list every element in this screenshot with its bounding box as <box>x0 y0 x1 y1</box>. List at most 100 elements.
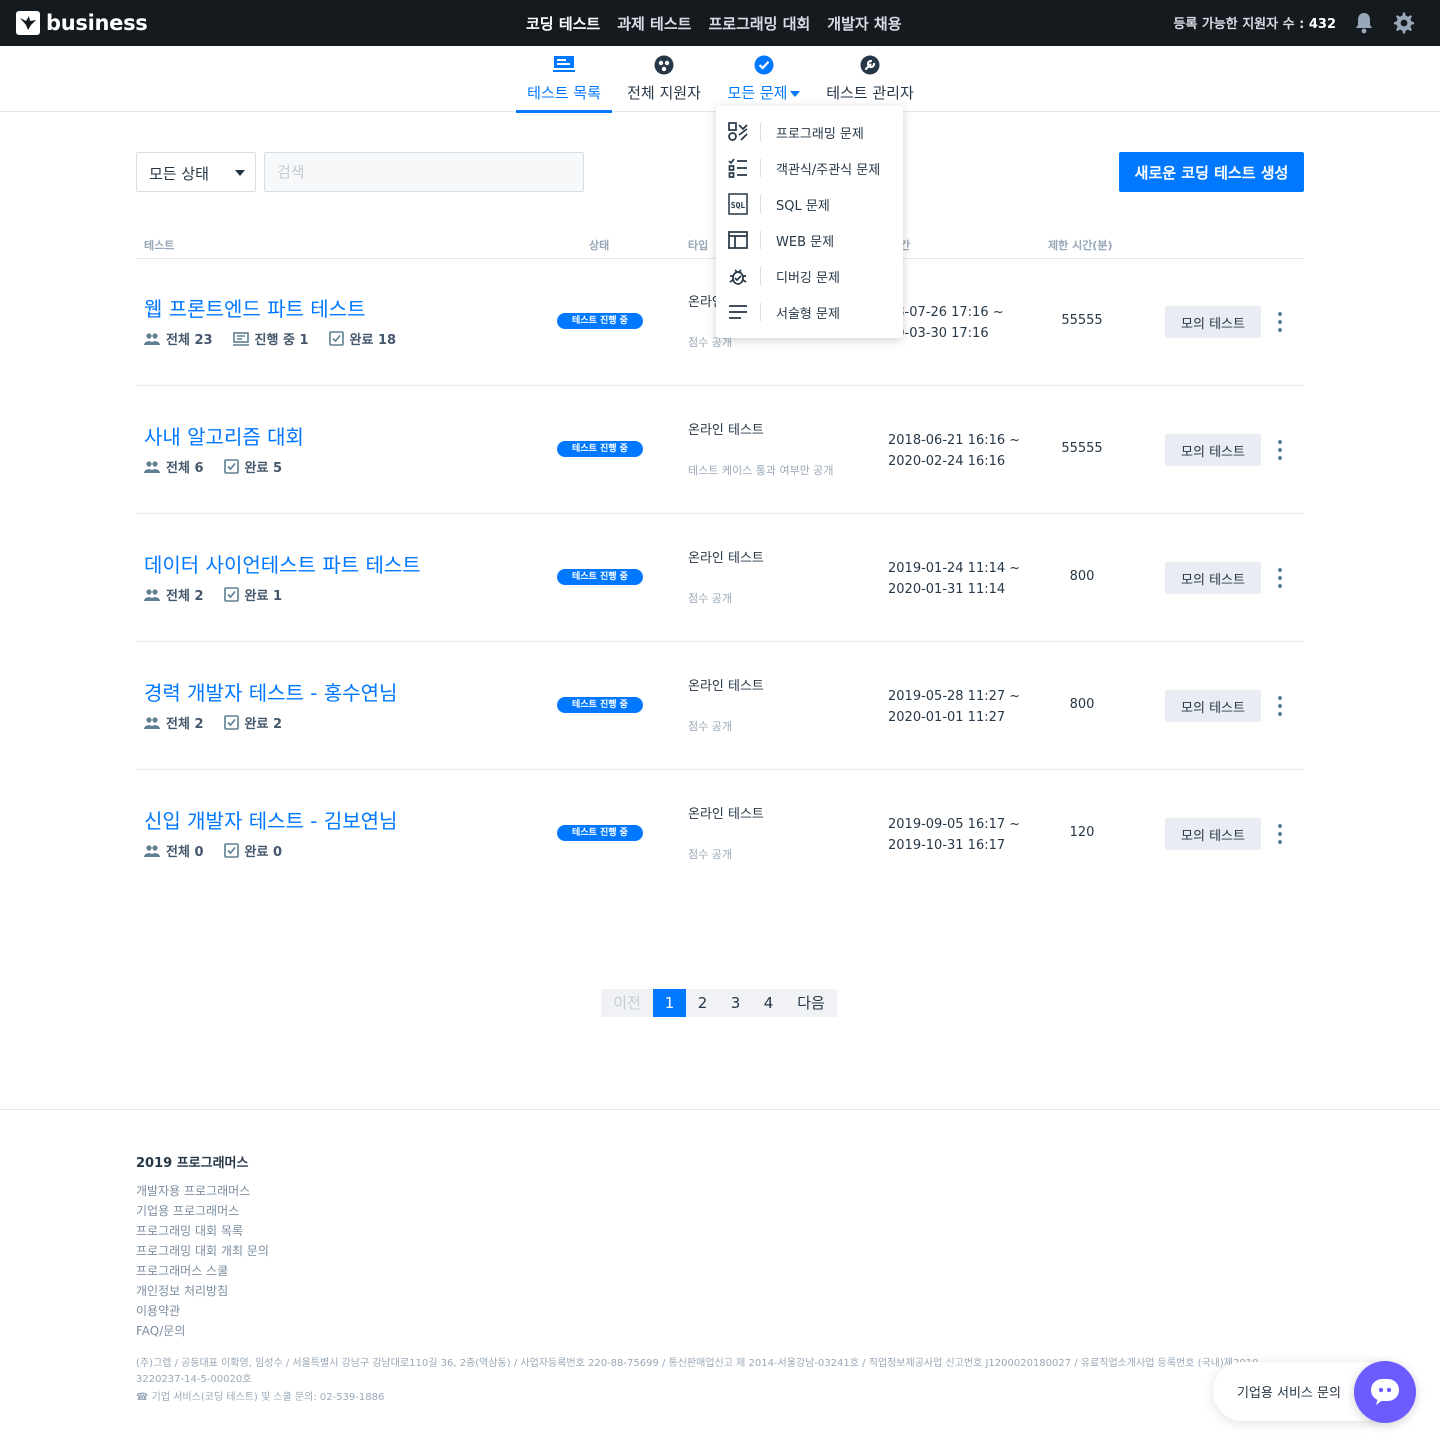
pagination-prev[interactable]: 이전 <box>601 989 653 1017</box>
more-options-icon[interactable] <box>1274 310 1286 334</box>
search-input[interactable] <box>264 152 584 192</box>
menu-item-label: 서술형 문제 <box>776 306 840 322</box>
column-header-time-limit: 제한 시간(분) <box>1048 239 1113 252</box>
text-lines-icon <box>716 305 760 319</box>
tab-all-problems-text: 모든 문제 <box>727 84 788 102</box>
mock-test-button[interactable]: 모의 테스트 <box>1165 434 1261 466</box>
more-options-icon[interactable] <box>1274 438 1286 462</box>
bell-icon[interactable] <box>1354 12 1374 38</box>
check-circle-icon <box>754 55 774 79</box>
menu-item-web[interactable]: WEB 문제 <box>716 222 903 258</box>
stat-done: 완료 18 <box>328 329 397 348</box>
gear-icon[interactable] <box>1392 11 1416 39</box>
status-badge: 테스트 진행 중 <box>557 441 643 457</box>
problems-dropdown-menu: 프로그래밍 문제 객관식/주관식 문제 SQL SQL 문제 WEB 문제 디버… <box>716 106 903 338</box>
checkbox-icon <box>223 459 239 474</box>
row-stats: 전체 23 진행 중 1 완료 18 <box>144 329 416 348</box>
column-header-status: 상태 <box>589 239 610 252</box>
stat-total: 전체 0 <box>144 841 204 860</box>
menu-item-sql[interactable]: SQL SQL 문제 <box>716 186 903 222</box>
test-list-icon <box>553 55 575 77</box>
row-stats: 전체 6 완료 5 <box>144 457 302 476</box>
test-title-link[interactable]: 경력 개발자 테스트 - 홍수연님 <box>144 677 397 706</box>
mock-test-button[interactable]: 모의 테스트 <box>1165 306 1261 338</box>
pagination-page[interactable]: 2 <box>686 989 719 1017</box>
mock-test-button[interactable]: 모의 테스트 <box>1165 562 1261 594</box>
mock-test-button[interactable]: 모의 테스트 <box>1165 690 1261 722</box>
test-period: 18-07-26 17:16 ~ 20-03-30 17:16 <box>888 302 1004 344</box>
menu-item-label: SQL 문제 <box>776 198 830 214</box>
logo[interactable]: business <box>16 11 148 35</box>
stat-done: 완료 2 <box>223 713 282 732</box>
topnav-developer-hiring[interactable]: 개발자 채용 <box>827 13 901 34</box>
menu-item-essay[interactable]: 서술형 문제 <box>716 294 903 330</box>
stat-total-text: 전체 6 <box>166 461 204 476</box>
test-title-link[interactable]: 사내 알고리즘 대회 <box>144 421 304 450</box>
tab-all-applicants[interactable]: 전체 지원자 <box>620 46 708 112</box>
tab-test-managers[interactable]: 테스트 관리자 <box>818 46 922 112</box>
footer-link[interactable]: 프로그래밍 대회 개최 문의 <box>136 1241 269 1261</box>
period-end: 2020-02-24 16:16 <box>888 454 1006 469</box>
more-options-icon[interactable] <box>1274 694 1286 718</box>
test-title-link[interactable]: 신입 개발자 테스트 - 김보연님 <box>144 805 397 834</box>
status-badge: 테스트 진행 중 <box>557 697 643 713</box>
tab-test-list[interactable]: 테스트 목록 <box>516 46 612 113</box>
people-icon <box>144 716 160 729</box>
chevron-down-icon <box>235 170 245 176</box>
chat-button[interactable] <box>1354 1361 1416 1423</box>
active-tab-indicator <box>516 110 612 113</box>
stat-done: 완료 1 <box>223 585 282 604</box>
footer-link[interactable]: 이용약관 <box>136 1301 269 1321</box>
footer-link[interactable]: 프로그래밍 대회 목록 <box>136 1221 269 1241</box>
checkbox-icon <box>223 715 239 730</box>
row-stats: 전체 2 완료 1 <box>144 585 302 604</box>
stat-done-text: 완료 5 <box>244 461 283 476</box>
test-title-link[interactable]: 데이터 사이언테스트 파트 테스트 <box>144 549 421 578</box>
topnav-assignment-test[interactable]: 과제 테스트 <box>617 13 691 34</box>
pagination-next[interactable]: 다음 <box>785 989 837 1017</box>
tab-all-applicants-label: 전체 지원자 <box>627 84 701 102</box>
column-header-type: 타입 <box>688 239 709 252</box>
status-filter-select[interactable]: 모든 상태 <box>136 152 256 192</box>
mock-test-button[interactable]: 모의 테스트 <box>1165 818 1261 850</box>
footer-link[interactable]: 개발자용 프로그래머스 <box>136 1181 269 1201</box>
footer-link[interactable]: FAQ/문의 <box>136 1321 269 1341</box>
footer-link[interactable]: 기업용 프로그래머스 <box>136 1201 269 1221</box>
test-title-link[interactable]: 웹 프론트엔드 파트 테스트 <box>144 293 365 322</box>
time-limit: 55555 <box>1061 313 1103 328</box>
time-limit: 800 <box>1069 697 1095 712</box>
footer-link[interactable]: 프로그래머스 스쿨 <box>136 1261 269 1281</box>
more-options-icon[interactable] <box>1274 822 1286 846</box>
table-row: 신입 개발자 테스트 - 김보연님 전체 0 완료 0 테스트 진행 중 온라인… <box>136 770 1304 898</box>
stat-total-text: 전체 2 <box>166 589 204 604</box>
table-row: 데이터 사이언테스트 파트 테스트 전체 2 완료 1 테스트 진행 중 온라인… <box>136 514 1304 642</box>
stat-done-text: 완료 18 <box>349 333 397 348</box>
checkbox-icon <box>223 843 239 858</box>
footer-link[interactable]: 개인정보 처리방침 <box>136 1281 269 1301</box>
menu-item-debugging[interactable]: 디버깅 문제 <box>716 258 903 294</box>
table-row: 경력 개발자 테스트 - 홍수연님 전체 2 완료 2 테스트 진행 중 온라인… <box>136 642 1304 770</box>
period-start: 2019-05-28 11:27 ~ <box>888 689 1021 704</box>
pagination-page-current[interactable]: 1 <box>653 989 686 1017</box>
row-stats: 전체 2 완료 2 <box>144 713 302 732</box>
period-start: 18-07-26 17:16 ~ <box>888 305 1004 320</box>
pagination-page[interactable]: 4 <box>752 989 785 1017</box>
topnav-coding-test[interactable]: 코딩 테스트 <box>526 13 600 34</box>
stat-total: 전체 6 <box>144 457 204 476</box>
period-end: 2019-10-31 16:17 <box>888 838 1006 853</box>
time-limit: 800 <box>1069 569 1095 584</box>
bug-icon <box>716 266 760 286</box>
menu-item-label: 디버깅 문제 <box>776 270 840 286</box>
menu-item-multiple-choice[interactable]: 객관식/주관식 문제 <box>716 150 903 186</box>
pagination-page[interactable]: 3 <box>719 989 752 1017</box>
logo-text: business <box>46 11 148 35</box>
menu-item-programming[interactable]: 프로그래밍 문제 <box>716 114 903 150</box>
divider <box>760 195 761 213</box>
more-options-icon[interactable] <box>1274 566 1286 590</box>
programming-icon <box>716 121 760 143</box>
topnav-programming-contest[interactable]: 프로그래밍 대회 <box>708 13 810 34</box>
people-icon <box>144 460 160 473</box>
people-icon <box>144 844 160 857</box>
create-coding-test-button[interactable]: 새로운 코딩 테스트 생성 <box>1119 152 1304 192</box>
tab-all-problems[interactable]: 모든 문제 <box>720 46 808 112</box>
